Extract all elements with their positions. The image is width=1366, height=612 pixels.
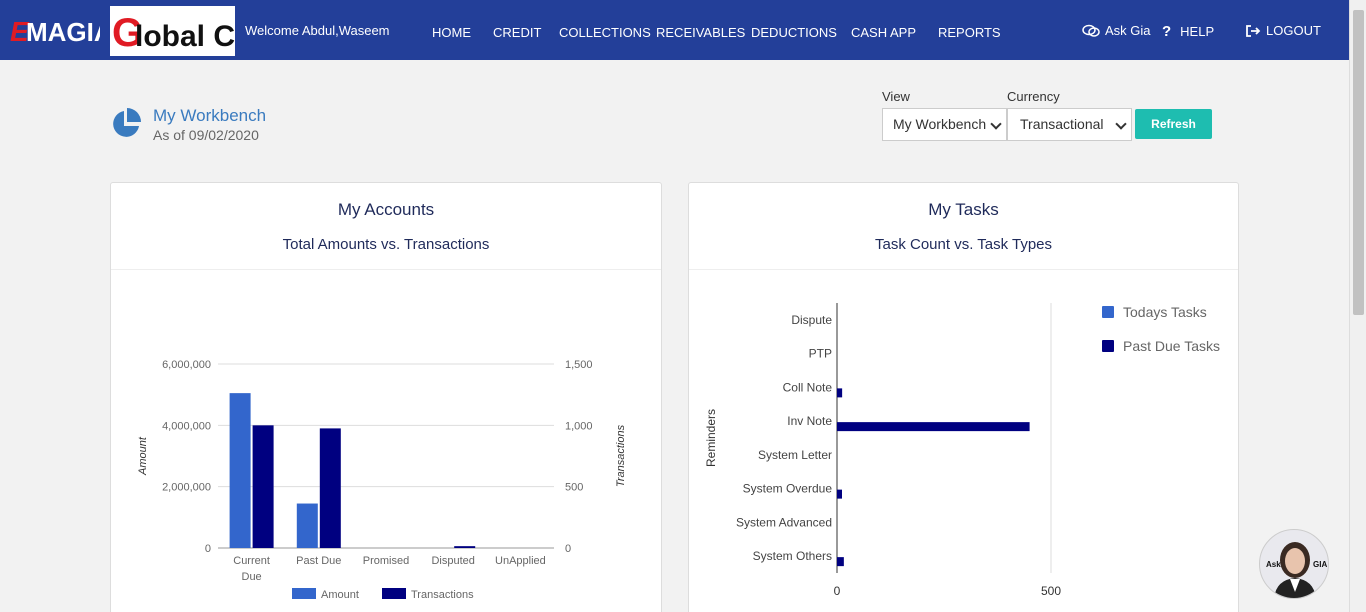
legend-swatch xyxy=(1102,306,1114,318)
tasks-chart: 0 500 Reminders Dispute PTP Coll Note Inv Note… xyxy=(704,303,1220,598)
nav-deductions[interactable]: DEDUCTIONS xyxy=(751,25,837,40)
panel-divider xyxy=(689,269,1238,270)
logout-icon xyxy=(1246,24,1261,37)
x-tick-label: Due xyxy=(242,571,262,583)
category-label: PTP xyxy=(809,347,832,361)
category-label: Dispute xyxy=(791,313,832,327)
chat-icon xyxy=(1082,24,1100,37)
legend-label-amount: Amount xyxy=(321,589,359,601)
x-tick-label: Current xyxy=(233,555,270,567)
x-tick-label: UnApplied xyxy=(495,555,546,567)
legend-label: Todays Tasks xyxy=(1123,304,1207,320)
nav-credit[interactable]: CREDIT xyxy=(493,25,541,40)
tasks-panel-subtitle: Task Count vs. Task Types xyxy=(874,236,1053,253)
currency-select[interactable]: Transactional xyxy=(1007,108,1132,141)
category-label: System Others xyxy=(753,549,832,563)
emagia-logo-text: MAGIA xyxy=(26,17,100,47)
accounts-chart: 0 2,000,000 4,000,000 6,000,000 0 500 1,000 1,5… xyxy=(137,359,627,601)
help-link[interactable]: ? HELP xyxy=(1162,23,1214,40)
accounts-panel-subtitle: Total Amounts vs. Transactions xyxy=(282,236,490,253)
y2-tick-label: 500 xyxy=(565,482,583,494)
page-scrollbar[interactable] xyxy=(1349,0,1366,612)
avatar-gia-text: GIA xyxy=(1313,560,1327,569)
x-tick-label: 500 xyxy=(1041,584,1061,598)
category-label: Coll Note xyxy=(783,380,833,394)
legend-swatch-amount xyxy=(292,588,316,599)
y-tick-label: 0 xyxy=(205,543,211,555)
my-accounts-panel: My Accounts Total Amounts vs. Transactio… xyxy=(110,182,662,612)
refresh-button[interactable]: Refresh xyxy=(1135,109,1212,139)
y2-tick-label: 1,500 xyxy=(565,359,593,371)
bar-amount xyxy=(296,503,318,548)
bar-past-due-tasks xyxy=(837,489,842,499)
y-axis-title: Amount xyxy=(137,436,149,476)
x-tick-label: Past Due xyxy=(296,555,341,567)
my-tasks-panel: My Tasks Task Count vs. Task Types 0 500 R… xyxy=(688,182,1239,612)
x-tick-label: Disputed xyxy=(431,555,474,567)
logout-link[interactable]: LOGOUT xyxy=(1245,23,1321,38)
bar-transactions xyxy=(319,428,341,548)
category-label: System Advanced xyxy=(736,515,832,529)
ask-gia-avatar-button[interactable]: Ask GIA xyxy=(1259,529,1329,599)
bar-amount xyxy=(229,393,251,548)
y-tick-label: 2,000,000 xyxy=(162,482,211,494)
y-tick-label: 4,000,000 xyxy=(162,420,211,432)
y2-tick-label: 1,000 xyxy=(565,420,593,432)
bar-transactions xyxy=(454,546,476,548)
view-label: View xyxy=(882,89,910,104)
nav-collections[interactable]: COLLECTIONS xyxy=(559,25,651,40)
nav-home[interactable]: HOME xyxy=(432,25,471,40)
avatar-icon: Ask GIA xyxy=(1266,542,1327,598)
avatar-ask-text: Ask xyxy=(1266,560,1281,569)
legend-label-transactions: Transactions xyxy=(411,589,474,601)
bar-transactions xyxy=(252,425,274,548)
y-tick-label: 6,000,000 xyxy=(162,359,211,371)
bar-past-due-tasks xyxy=(837,388,843,398)
legend-swatch xyxy=(1102,340,1114,352)
category-label: Inv Note xyxy=(787,414,832,428)
scrollbar-thumb[interactable] xyxy=(1353,10,1364,315)
panel-divider xyxy=(111,269,661,270)
welcome-text: Welcome Abdul,Waseem xyxy=(245,23,390,38)
company-logo-graphic: G lobal Co xyxy=(112,11,253,55)
legend-label: Past Due Tasks xyxy=(1123,338,1220,354)
nav-receivables[interactable]: RECEIVABLES xyxy=(656,25,745,40)
view-select-value: My Workbench xyxy=(893,116,987,132)
y-axis-title: Reminders xyxy=(704,409,718,467)
x-tick-label: Promised xyxy=(363,555,409,567)
bar-past-due-tasks xyxy=(837,422,1030,432)
ask-gia-link[interactable]: Ask Gia xyxy=(1082,23,1151,38)
currency-select-value: Transactional xyxy=(1020,116,1104,132)
page-title: My Workbench xyxy=(153,106,267,125)
chevron-down-icon xyxy=(990,118,1002,130)
currency-label: Currency xyxy=(1007,89,1060,104)
category-label: System Letter xyxy=(758,448,832,462)
ask-gia-label: Ask Gia xyxy=(1105,23,1151,38)
top-nav-bar: E MAGIA G lobal Co Welcome Abdul,Waseem … xyxy=(0,0,1366,60)
category-label: System Overdue xyxy=(743,482,833,496)
chevron-down-icon xyxy=(1115,118,1127,130)
company-logo[interactable]: G lobal Co xyxy=(110,6,253,56)
pie-chart-icon xyxy=(113,108,141,137)
as-of-date: As of 09/02/2020 xyxy=(153,127,259,143)
bar-past-due-tasks xyxy=(837,557,844,567)
logout-label: LOGOUT xyxy=(1266,23,1321,38)
y2-axis-title: Transactions xyxy=(615,424,627,487)
x-tick-label: 0 xyxy=(834,584,841,598)
accounts-panel-title: My Accounts xyxy=(337,200,435,219)
nav-reports[interactable]: REPORTS xyxy=(938,25,1001,40)
company-logo-name: lobal Co xyxy=(135,20,235,53)
tasks-panel-title: My Tasks xyxy=(928,200,999,219)
help-icon: ? xyxy=(1162,23,1172,40)
help-label: HELP xyxy=(1180,24,1215,39)
view-select[interactable]: My Workbench xyxy=(882,108,1007,141)
y2-tick-label: 0 xyxy=(565,543,571,555)
nav-cash-app[interactable]: CASH APP xyxy=(851,25,916,40)
legend-swatch-transactions xyxy=(382,588,406,599)
emagia-logo[interactable]: E MAGIA xyxy=(10,10,100,50)
